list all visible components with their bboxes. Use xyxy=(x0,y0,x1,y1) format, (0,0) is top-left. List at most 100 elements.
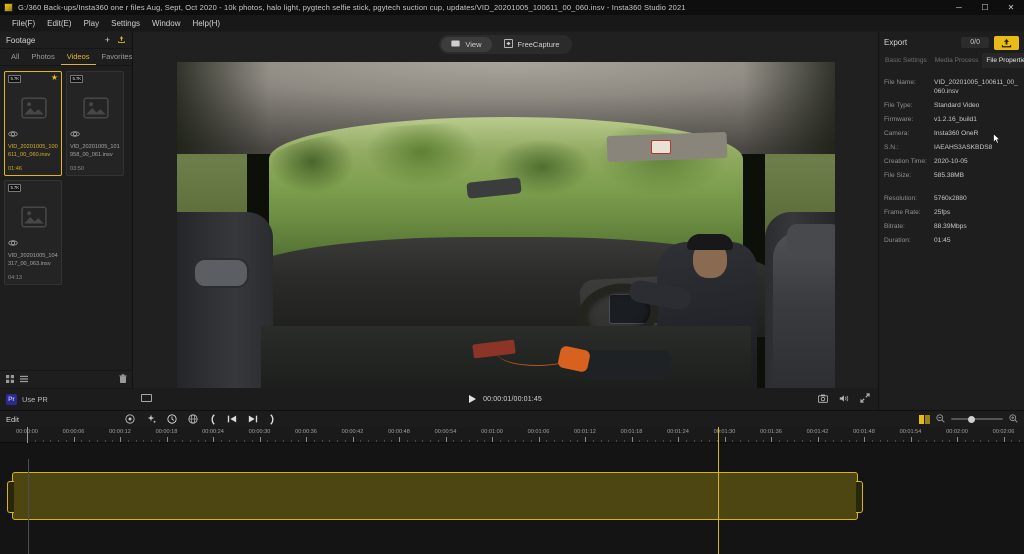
footage-item-0[interactable]: 5.7K ★ VID_20201005_100611_00_060.insv 0… xyxy=(4,71,62,176)
ruler-label: 00:01:24 xyxy=(667,429,689,435)
speed-icon[interactable] xyxy=(167,414,177,424)
ruler-tick-minor xyxy=(298,440,300,442)
ruler-tick-minor xyxy=(623,440,625,442)
timeline-zoom-slider[interactable] xyxy=(951,415,1003,423)
import-footage-icon[interactable] xyxy=(117,35,126,46)
minimize-button[interactable]: ─ xyxy=(946,0,972,15)
ruler-tick-minor xyxy=(577,440,579,442)
tab-photos[interactable]: Photos xyxy=(25,50,60,65)
gyro-stabilize-icon[interactable] xyxy=(188,414,198,424)
favorite-star-icon[interactable]: ★ xyxy=(51,74,58,82)
next-frame-icon[interactable] xyxy=(248,414,258,424)
video-preview-canvas[interactable] xyxy=(176,62,835,392)
close-button[interactable]: ✕ xyxy=(998,0,1024,15)
ruler-tick-minor xyxy=(794,440,796,442)
tab-favorites[interactable]: Favorites xyxy=(96,50,139,65)
footage-title: Footage xyxy=(6,35,36,45)
player-left-controls xyxy=(140,393,153,404)
ruler-tick-minor xyxy=(391,440,393,442)
sparkle-effects-icon[interactable] xyxy=(146,414,156,424)
menu-file[interactable]: File(F) xyxy=(6,18,41,29)
ruler-label: 00:01:12 xyxy=(574,429,596,435)
fullscreen-icon[interactable] xyxy=(860,393,870,405)
ruler-label: 00:00:54 xyxy=(434,429,457,435)
ruler-tick-minor xyxy=(809,440,811,442)
clip-trim-handle-left[interactable] xyxy=(7,481,14,513)
scene-left-door xyxy=(176,212,273,392)
ruler-tick-minor xyxy=(96,440,98,442)
ruler-tick-minor xyxy=(89,440,90,442)
grid-view-icon[interactable] xyxy=(6,374,14,385)
ruler-tick-minor xyxy=(476,440,478,442)
tab-media-process[interactable]: Media Process xyxy=(931,53,983,68)
tab-file-properties[interactable]: File Properties xyxy=(982,53,1024,68)
ruler-tick-minor xyxy=(244,440,245,442)
mark-out-icon[interactable] xyxy=(269,413,276,425)
ruler-tick-minor xyxy=(670,440,672,442)
tab-videos[interactable]: Videos xyxy=(60,50,96,65)
ruler-tick-minor xyxy=(933,440,935,442)
keyframe-icon[interactable] xyxy=(125,414,135,424)
list-view-icon[interactable] xyxy=(20,375,28,385)
ruler-tick-minor xyxy=(732,440,734,442)
export-button[interactable] xyxy=(994,35,1019,50)
edit-label: Edit xyxy=(6,414,19,424)
split-clip-icon[interactable] xyxy=(919,414,930,424)
menu-settings[interactable]: Settings xyxy=(105,18,146,29)
clip-trim-handle-right[interactable] xyxy=(856,481,863,513)
maximize-button[interactable]: ☐ xyxy=(972,0,998,15)
snapshot-camera-icon[interactable] xyxy=(817,394,829,405)
timeline-track-area[interactable] xyxy=(0,443,1024,554)
ruler-tick-minor xyxy=(701,440,703,442)
footage-item-duration: 04:13 xyxy=(8,275,22,281)
zoom-in-icon[interactable] xyxy=(1009,413,1018,425)
properties-divider xyxy=(884,185,1019,194)
timeline-playhead[interactable] xyxy=(718,427,719,554)
ruler-tick-minor xyxy=(375,440,377,442)
mark-in-icon[interactable] xyxy=(209,413,216,425)
ruler-tick-minor xyxy=(833,440,834,442)
menu-help[interactable]: Help(H) xyxy=(186,18,226,29)
play-button-icon[interactable] xyxy=(469,395,477,403)
ruler-tick-minor xyxy=(290,440,292,442)
ruler-tick-minor xyxy=(639,440,641,442)
ruler-tick-minor xyxy=(337,440,338,442)
menu-edit[interactable]: Edit(E) xyxy=(41,18,77,29)
footage-item-2[interactable]: 5.7K VID_20201005_104317_00_063.insv 04:… xyxy=(4,180,62,285)
property-value: 2020-10-05 xyxy=(934,158,968,165)
use-pr-row[interactable]: Pr Use PR xyxy=(0,388,133,410)
view-mode-button[interactable]: View xyxy=(441,37,492,52)
delete-icon[interactable] xyxy=(119,374,127,385)
resolution-badge: 5.7K xyxy=(70,75,84,83)
timeline-ruler[interactable]: 00:00:00 00:00:06 00:00:12 00:00:18 00:00:24… xyxy=(0,427,1024,443)
menu-play[interactable]: Play xyxy=(78,18,106,29)
ruler-tick-major xyxy=(73,437,75,442)
timeline-panel: 00:00:00 00:00:06 00:00:12 00:00:18 00:00:24… xyxy=(0,427,1024,554)
ruler-tick-major xyxy=(771,437,772,442)
ruler-tick-major xyxy=(352,437,354,442)
aspect-ratio-icon[interactable] xyxy=(140,393,153,404)
ruler-tick-minor xyxy=(189,440,191,442)
property-value: 25fps xyxy=(934,209,951,216)
footage-thumbnail-grid: 5.7K ★ VID_20201005_100611_00_060.insv 0… xyxy=(0,66,132,396)
previous-frame-icon[interactable] xyxy=(227,414,237,424)
footage-item-1[interactable]: 5.7K VID_20201005_101958_00_061.insv 03:… xyxy=(66,71,124,176)
property-key: Firmware: xyxy=(884,116,914,123)
ruler-label: 00:00:36 xyxy=(295,429,317,435)
ruler-tick-minor xyxy=(461,440,462,442)
ruler-tick-minor xyxy=(282,440,284,442)
tab-basic-settings[interactable]: Basic Settings xyxy=(881,53,931,68)
ruler-tick-minor xyxy=(65,440,67,442)
tab-all[interactable]: All xyxy=(5,50,25,65)
volume-icon[interactable] xyxy=(839,394,849,405)
add-footage-icon[interactable]: + xyxy=(105,35,110,45)
freecapture-mode-button[interactable]: FreeCapture xyxy=(494,37,570,52)
property-key: Resolution: xyxy=(884,195,917,202)
ruler-tick-minor xyxy=(151,440,152,442)
zoom-slider-knob[interactable] xyxy=(968,415,976,423)
insta360-logo-icon xyxy=(4,3,13,12)
ruler-tick-major xyxy=(957,437,958,442)
timeline-clip[interactable] xyxy=(7,472,863,520)
zoom-out-icon[interactable] xyxy=(936,413,945,425)
menu-window[interactable]: Window xyxy=(146,18,186,29)
